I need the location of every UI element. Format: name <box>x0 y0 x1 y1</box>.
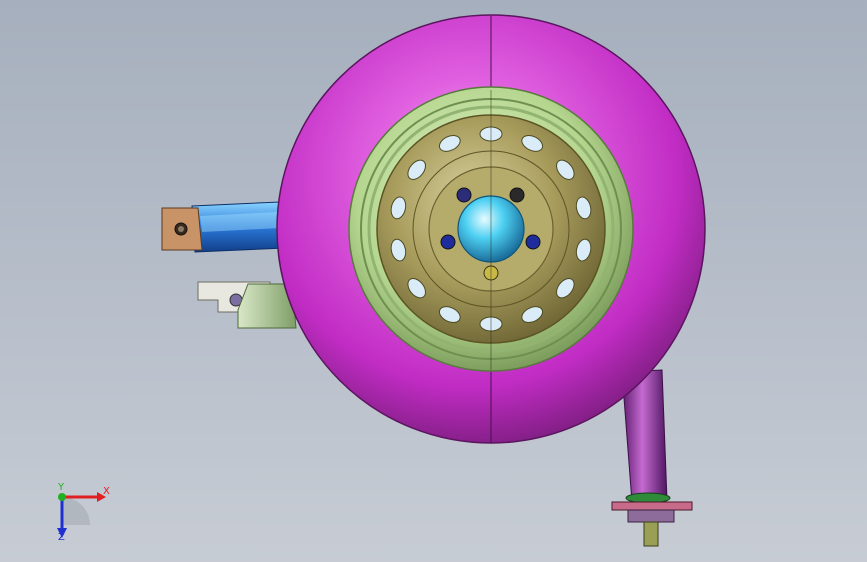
z-axis-label: Z <box>58 532 65 543</box>
lower-mount-bracket[interactable] <box>197 281 297 329</box>
cad-viewport[interactable]: X Y Z <box>0 0 867 562</box>
wheel-assembly-model[interactable] <box>0 0 867 562</box>
control-arm-upper[interactable] <box>161 201 286 253</box>
x-axis-label: X <box>103 486 110 497</box>
y-axis-label: Y <box>58 482 65 493</box>
